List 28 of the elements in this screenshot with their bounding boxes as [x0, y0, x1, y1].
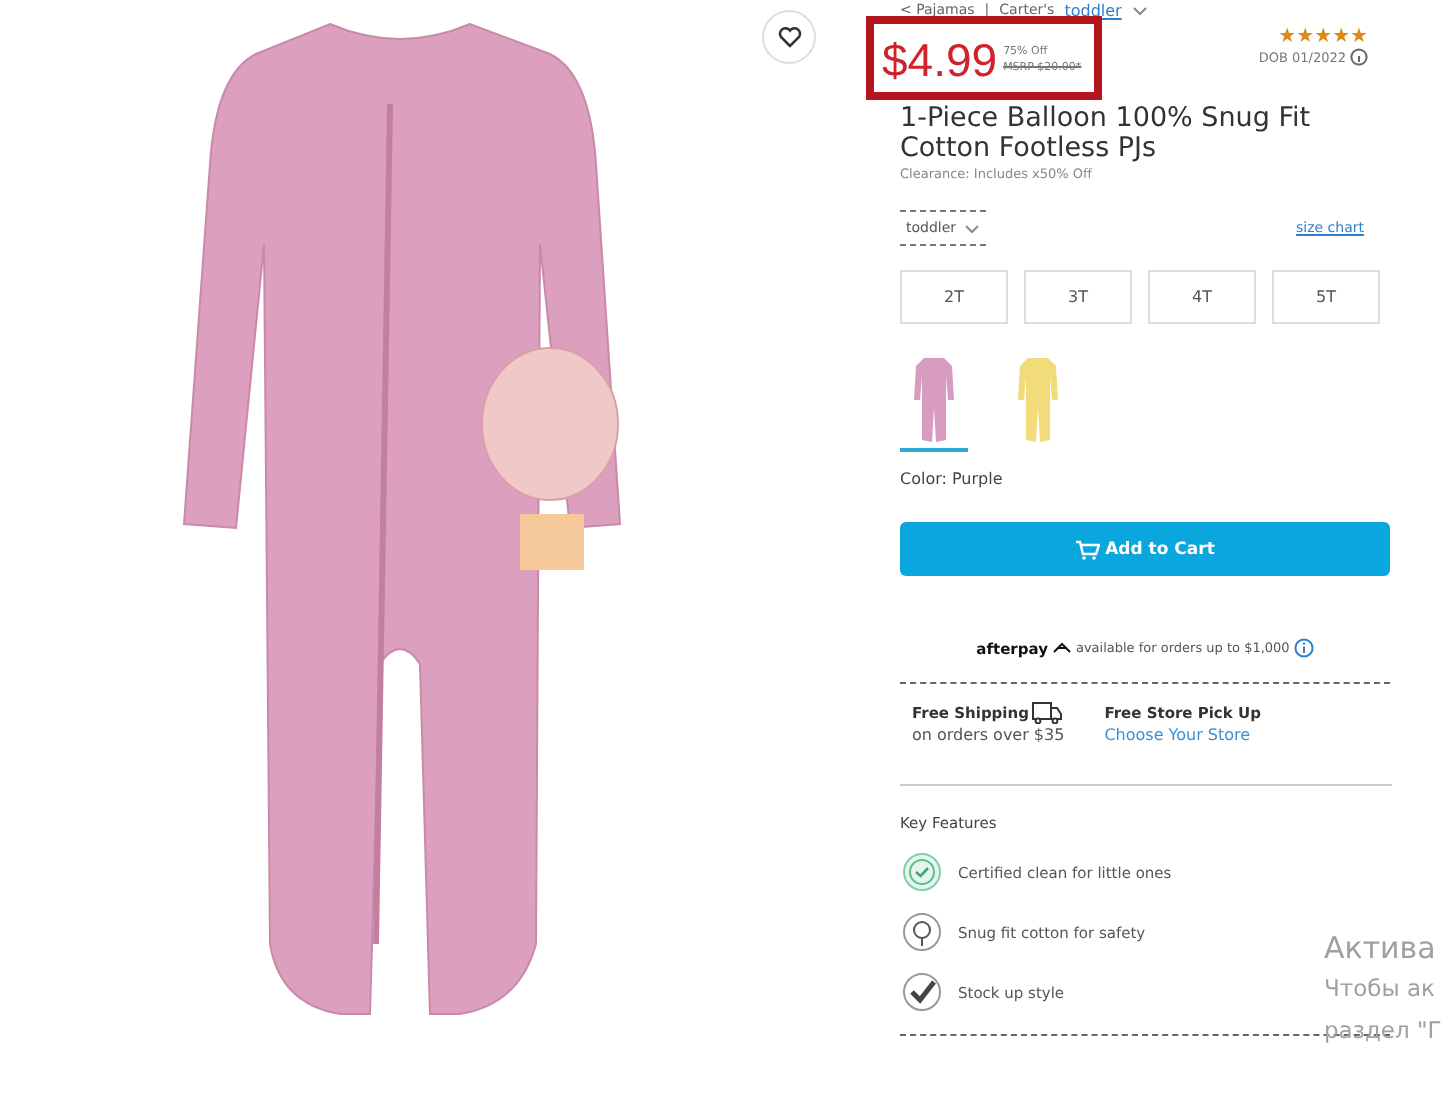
size-option[interactable]: 3T — [1024, 270, 1132, 324]
badge-icon — [902, 852, 942, 892]
truck-icon — [1032, 702, 1063, 724]
star-icon: ★ — [1314, 26, 1333, 48]
star-icon: ★ — [1296, 26, 1315, 48]
shipping-subtitle: on orders over $35 — [912, 724, 1065, 746]
favorite-button[interactable] — [762, 10, 816, 64]
info-icon — [1293, 638, 1314, 658]
size-option[interactable]: 2T — [900, 270, 1008, 324]
star-icon: ★ — [1278, 26, 1297, 48]
chevron-down-icon — [1131, 5, 1148, 15]
chevron-down-icon — [964, 223, 981, 233]
choose-store-link[interactable]: Choose Your Store — [1104, 724, 1261, 746]
star-icon: ★ — [1332, 26, 1351, 48]
cart-icon — [1075, 539, 1100, 559]
info-icon — [1350, 48, 1368, 66]
color-label: Color: Purple — [900, 470, 1005, 488]
size-option[interactable]: 5T — [1272, 270, 1380, 324]
breadcrumb-link[interactable]: toddler — [1064, 1, 1122, 19]
heart-icon — [777, 26, 801, 48]
activation-notice-text: Чтобы ак — [1324, 972, 1437, 1006]
size-option[interactable]: 4T — [1148, 270, 1256, 324]
activation-notice-text: раздел "Г — [1324, 1014, 1444, 1048]
product-title: 1-Piece Balloon 100% Snug Fit Cotton Footless PJs — [900, 104, 1313, 164]
checkmark-icon — [902, 972, 942, 1012]
activation-notice-text: Актива — [1324, 928, 1438, 968]
star-icon: ★ — [1350, 26, 1368, 48]
sale-price: $4.99 — [882, 32, 998, 88]
